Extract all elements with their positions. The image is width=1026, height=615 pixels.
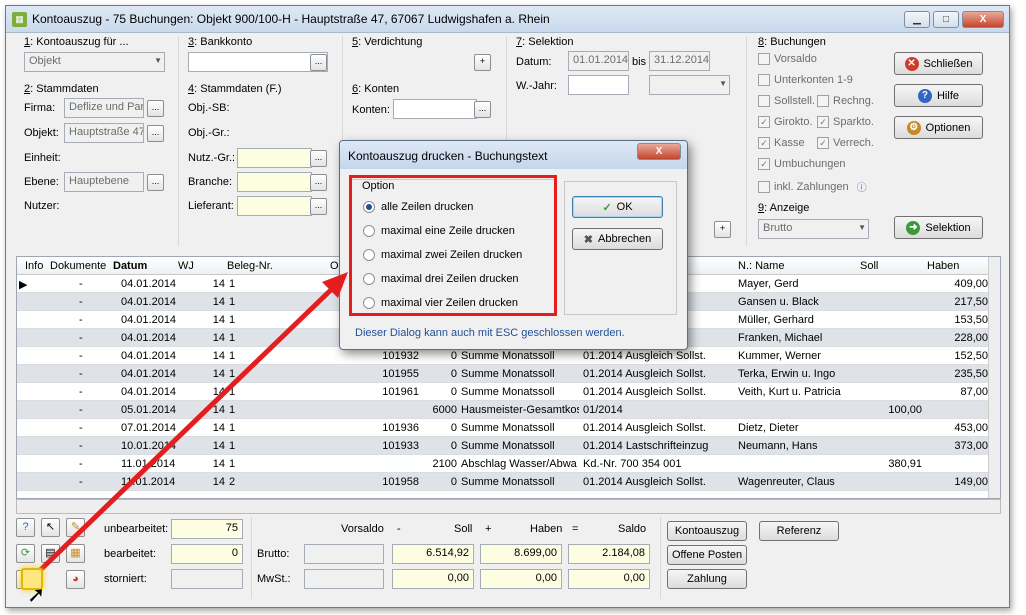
- mouse-cursor-icon: ➚: [27, 582, 46, 607]
- annotation-arrow: [28, 272, 348, 582]
- arrow-line: [28, 283, 338, 582]
